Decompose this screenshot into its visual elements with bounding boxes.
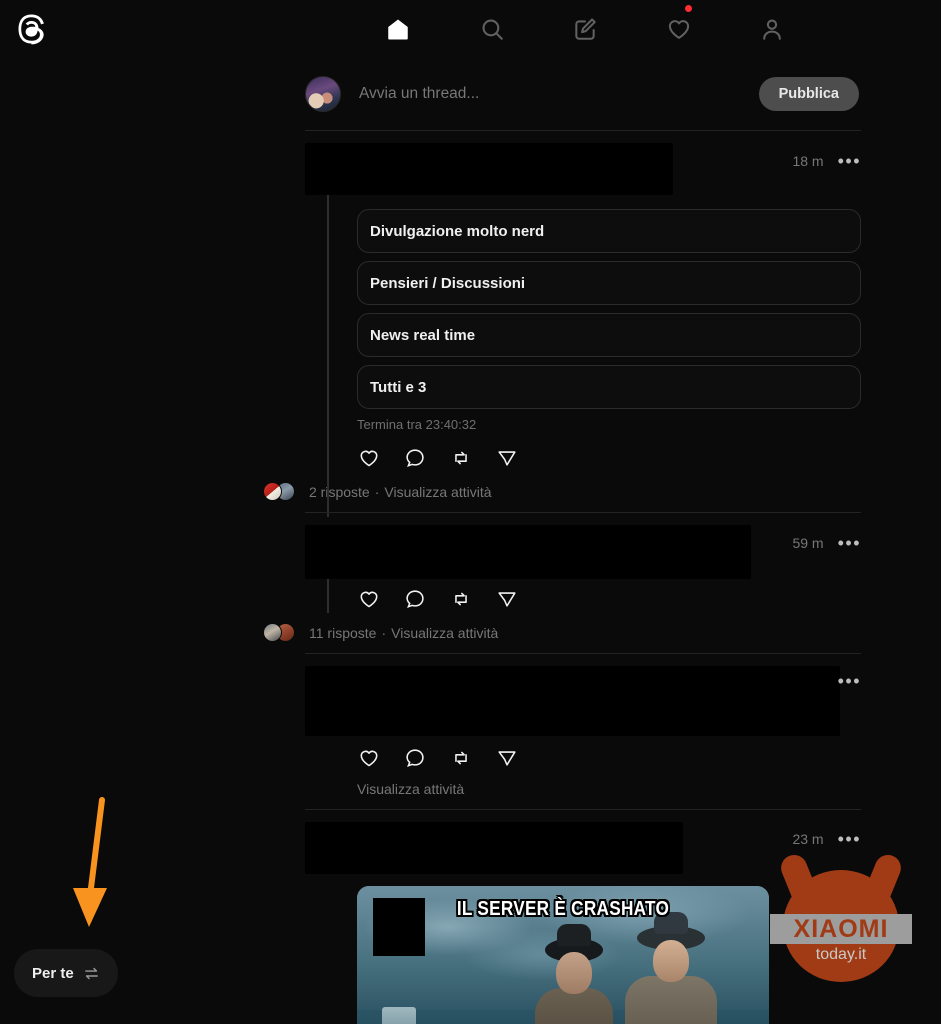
post-header: 18 m ••• (305, 143, 861, 195)
reply-avatar-stack (263, 623, 299, 643)
post-meta: 18 m ••• (792, 152, 861, 170)
like-icon[interactable] (357, 446, 381, 470)
meme-image-attachment[interactable]: IL SERVER È CRASHATO DOVE ABBIAMO IL BAC… (357, 886, 769, 1024)
post-more-options-icon[interactable]: ••• (838, 534, 861, 552)
compose-icon (575, 18, 596, 40)
post-meta: 59 m ••• (792, 534, 861, 552)
annotation-arrow-icon (60, 796, 120, 930)
composer-placeholder[interactable]: Avvia un thread... (359, 85, 759, 103)
search-icon (482, 19, 503, 40)
reply-avatar (263, 623, 282, 642)
poll-option[interactable]: Tutti e 3 (357, 365, 861, 409)
post-replies-row[interactable]: 2 risposte · Visualizza attività (263, 482, 861, 502)
post-timestamp: 23 m (792, 831, 824, 847)
activity-notification-badge (684, 5, 692, 12)
nav-item-profile[interactable] (744, 1, 800, 57)
thread-connector-line (327, 187, 329, 517)
publish-button[interactable]: Pubblica (758, 77, 859, 111)
redacted-post-content (305, 666, 840, 736)
view-activity-link[interactable]: Visualizza attività (384, 484, 491, 500)
threads-logo-icon[interactable] (14, 12, 48, 46)
poll-option-label: Pensieri / Discussioni (370, 274, 526, 292)
post-actions (357, 746, 861, 770)
repost-icon[interactable] (449, 746, 473, 770)
post-timestamp: 18 m (792, 153, 824, 169)
post-card: ••• Visualizza attività (305, 653, 861, 809)
redacted-post-content (305, 143, 673, 195)
heart-icon (668, 20, 689, 39)
post-header: ••• (305, 666, 861, 736)
nav-item-compose[interactable] (557, 1, 613, 57)
person-icon (763, 19, 781, 40)
threads-app-window: Avvia un thread... Pubblica 18 m ••• Div… (0, 0, 941, 1024)
share-icon[interactable] (495, 446, 519, 470)
share-icon[interactable] (495, 587, 519, 611)
like-icon[interactable] (357, 587, 381, 611)
watermark-brand-text: XIAOMI (793, 914, 889, 943)
post-header: 59 m ••• (305, 525, 861, 579)
poll-option-label: Tutti e 3 (370, 378, 427, 396)
watermark-domain-text: today.it (815, 946, 867, 963)
repost-icon[interactable] (449, 587, 473, 611)
post-card: 59 m ••• 11 risposte · Visualizza attivi… (263, 512, 861, 653)
post-more-options-icon[interactable]: ••• (838, 672, 861, 690)
post-card: 18 m ••• Divulgazione molto nerd Pensier… (263, 130, 861, 517)
post-actions (357, 446, 861, 470)
view-activity-link[interactable]: Visualizza attività (357, 781, 861, 797)
repost-icon[interactable] (449, 446, 473, 470)
replies-meta[interactable]: 2 risposte · Visualizza attività (309, 484, 492, 500)
home-icon (388, 19, 408, 40)
post-timestamp: 59 m (792, 535, 824, 551)
post-body: Visualizza attività (305, 746, 861, 797)
post-body: Divulgazione molto nerd Pensieri / Discu… (305, 209, 861, 470)
post-replies-row[interactable]: 11 risposte · Visualizza attività (263, 623, 861, 643)
reply-avatar-stack (263, 482, 299, 502)
nav-item-activity[interactable] (651, 1, 707, 57)
poll-timer-label: Termina tra 23:40:32 (357, 417, 477, 432)
post-actions (357, 587, 861, 611)
share-icon[interactable] (495, 746, 519, 770)
replies-meta[interactable]: 11 risposte · Visualizza attività (309, 625, 498, 641)
poll-option[interactable]: News real time (357, 313, 861, 357)
redacted-post-content (305, 525, 751, 579)
top-navigation-bar (0, 0, 941, 58)
thread-composer-row[interactable]: Avvia un thread... Pubblica (305, 58, 861, 130)
meme-lighthouse (381, 1007, 416, 1024)
redacted-post-content (305, 822, 683, 874)
post-meta: 23 m ••• (792, 830, 861, 848)
reply-avatar (263, 482, 282, 501)
post-meta: ••• (838, 672, 861, 690)
comment-icon[interactable] (403, 446, 427, 470)
poll-option[interactable]: Divulgazione molto nerd (357, 209, 861, 253)
xiaomitoday-watermark: XIAOMI today.it (766, 851, 916, 988)
replies-count: 2 risposte (309, 484, 370, 500)
feed-switcher-label: Per te (32, 964, 74, 982)
nav-icon-group (370, 0, 800, 58)
meme-figure-right (625, 926, 717, 1024)
meme-top-caption: IL SERVER È CRASHATO (456, 898, 670, 920)
swap-arrows-icon (83, 965, 100, 982)
composer-avatar[interactable] (305, 76, 341, 112)
nav-item-search[interactable] (464, 1, 520, 57)
comment-icon[interactable] (403, 587, 427, 611)
feed-switcher-button[interactable]: Per te (14, 949, 118, 997)
meme-figure-left (535, 938, 613, 1024)
like-icon[interactable] (357, 746, 381, 770)
replies-count: 11 risposte (309, 625, 377, 641)
post-more-options-icon[interactable]: ••• (838, 152, 861, 170)
post-more-options-icon[interactable]: ••• (838, 830, 861, 848)
meta-separator: · (374, 484, 380, 500)
nav-item-home[interactable] (370, 1, 426, 57)
view-activity-link[interactable]: Visualizza attività (391, 625, 498, 641)
poll-option[interactable]: Pensieri / Discussioni (357, 261, 861, 305)
poll-option-label: News real time (370, 326, 476, 344)
comment-icon[interactable] (403, 746, 427, 770)
poll-option-label: Divulgazione molto nerd (370, 222, 545, 240)
post-body (305, 587, 861, 611)
meta-separator: · (381, 625, 387, 641)
poll-widget: Divulgazione molto nerd Pensieri / Discu… (357, 209, 861, 432)
